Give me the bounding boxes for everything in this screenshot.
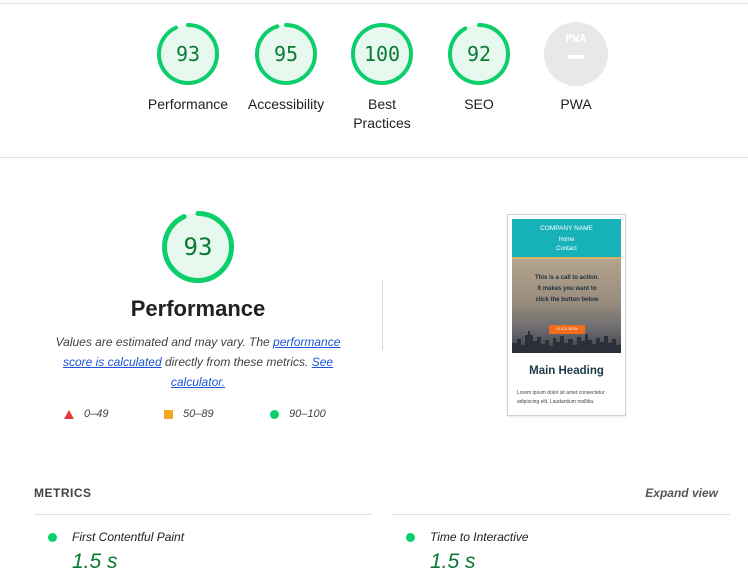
pass-circle-icon xyxy=(406,533,415,542)
gauge-seo[interactable]: 92 SEO xyxy=(431,22,527,114)
screenshot-nav-contact: Contact xyxy=(556,246,577,252)
seo-label: SEO xyxy=(464,96,494,112)
performance-title: Performance xyxy=(130,296,266,321)
performance-description: Values are estimated and may vary. The p… xyxy=(42,332,354,392)
best-practices-gauge-ring: 100 xyxy=(350,22,414,86)
screenshot-header: COMPANY NAME Home Contact xyxy=(512,219,621,257)
screenshot-nav-home: Home xyxy=(558,237,575,243)
metric-label: Time to Interactive xyxy=(430,530,529,544)
pwa-badge-text: PWA xyxy=(565,32,587,45)
legend-pass-range: 90–100 xyxy=(289,408,326,420)
metric-value: 1.5 s xyxy=(72,550,118,573)
performance-big-score: 93 xyxy=(183,233,213,261)
best-practices-label: Best Practices xyxy=(334,95,430,133)
screenshot-body-line2: adipiscing elit. Laudantium mollitia. xyxy=(517,399,595,405)
square-icon xyxy=(164,409,173,419)
triangle-icon xyxy=(64,409,74,419)
screenshot-cta: This is a call to action. It makes you w… xyxy=(526,273,608,306)
pwa-badge-icon: PWA xyxy=(544,22,608,86)
best-practices-label-line1: Best xyxy=(367,96,396,112)
top-divider xyxy=(0,3,748,4)
screenshot-cta-line2: It makes you want to xyxy=(537,286,597,292)
gauge-performance[interactable]: 93 Performance xyxy=(140,22,236,114)
section-divider xyxy=(0,157,748,158)
desc-text-1: Values are estimated and may vary. The xyxy=(55,335,274,349)
vertical-divider xyxy=(382,280,383,350)
pass-circle-icon xyxy=(48,533,57,542)
expand-view-toggle[interactable]: Expand view xyxy=(645,486,718,500)
screenshot-main-heading: Main Heading xyxy=(529,365,604,377)
screenshot-body-line1: Lorem ipsum dolor sit amet consectetur xyxy=(517,390,605,396)
seo-score: 92 xyxy=(466,42,492,66)
performance-big-gauge: 93 xyxy=(161,210,235,284)
performance-gauge-ring: 93 xyxy=(156,22,220,86)
screenshot-cta-line3: click the button below xyxy=(535,297,599,303)
seo-gauge-ring: 92 xyxy=(447,22,511,86)
gauge-best-practices[interactable]: 100 Best Practices xyxy=(334,22,430,133)
final-screenshot[interactable]: COMPANY NAME Home Contact This is a call… xyxy=(507,214,626,416)
best-practices-label-line2: Practices xyxy=(353,115,411,131)
accessibility-score: 95 xyxy=(273,42,299,66)
metrics-divider-right xyxy=(392,514,730,515)
legend-fail: 0–49 xyxy=(64,408,108,420)
pwa-label: PWA xyxy=(560,96,592,112)
screenshot-company-name: COMPANY NAME xyxy=(540,225,593,232)
screenshot-cta-line1: This is a call to action. xyxy=(534,275,600,281)
legend-average-range: 50–89 xyxy=(183,408,214,420)
gauge-accessibility[interactable]: 95 Accessibility xyxy=(238,22,334,114)
best-practices-score: 100 xyxy=(363,42,401,66)
performance-score: 93 xyxy=(175,42,201,66)
pwa-dash-icon xyxy=(568,55,584,59)
legend-average: 50–89 xyxy=(164,408,214,420)
performance-label: Performance xyxy=(147,96,229,112)
accessibility-gauge-ring: 95 xyxy=(254,22,318,86)
metrics-divider-left xyxy=(34,514,372,515)
screenshot-hero: This is a call to action. It makes you w… xyxy=(512,257,621,353)
accessibility-label: Accessibility xyxy=(247,96,325,112)
desc-text-2: directly from these metrics. xyxy=(161,355,312,369)
legend-fail-range: 0–49 xyxy=(84,408,109,420)
legend-pass: 90–100 xyxy=(270,408,326,420)
screenshot-body-text: Lorem ipsum dolor sit amet consectetur a… xyxy=(517,389,617,407)
metric-label: First Contentful Paint xyxy=(72,530,185,544)
gauge-pwa[interactable]: PWA PWA xyxy=(528,22,624,114)
metrics-title: METRICS xyxy=(34,486,92,500)
circle-icon xyxy=(270,409,279,419)
metric-value: 1.5 s xyxy=(430,550,476,573)
screenshot-click-button: CLICK NOW xyxy=(549,325,585,334)
